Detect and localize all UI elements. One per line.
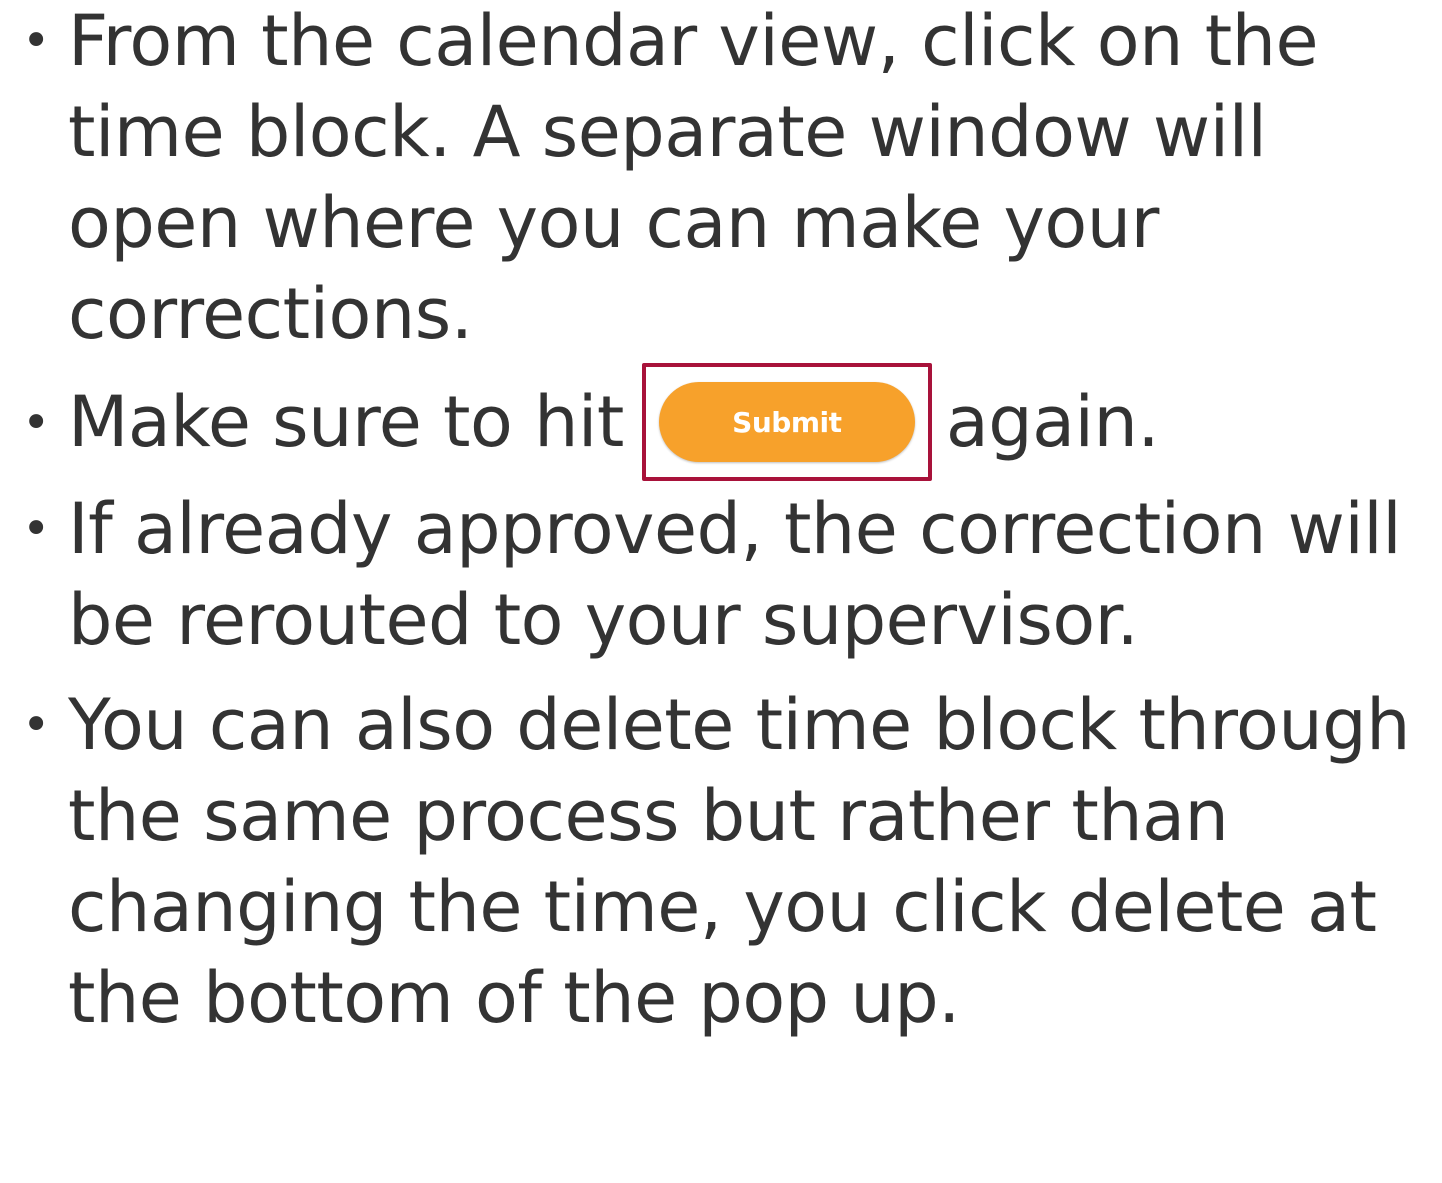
bullet-item-delete: You can also delete time block through t…	[0, 680, 1442, 1044]
submit-instruction-row: Make sure to hit Submit again.	[68, 363, 1442, 481]
bullet-text-after-button: again.	[945, 380, 1160, 463]
bullet-item-open-time-block: From the calendar view, click on the tim…	[0, 0, 1442, 360]
bullet-text: From the calendar view, click on the tim…	[68, 0, 1319, 355]
submit-button-highlight-box: Submit	[641, 363, 932, 481]
bullet-text: If already approved, the correction will…	[68, 488, 1402, 661]
instruction-list: From the calendar view, click on the tim…	[0, 0, 1442, 1044]
bullet-item-submit-again: Make sure to hit Submit again.	[0, 363, 1442, 481]
submit-button[interactable]: Submit	[658, 382, 915, 462]
bullet-item-reroute: If already approved, the correction will…	[0, 484, 1442, 666]
bullet-text-before-button: Make sure to hit	[68, 380, 624, 463]
instruction-slide: From the calendar view, click on the tim…	[0, 0, 1442, 1183]
bullet-text: You can also delete time block through t…	[68, 684, 1411, 1039]
